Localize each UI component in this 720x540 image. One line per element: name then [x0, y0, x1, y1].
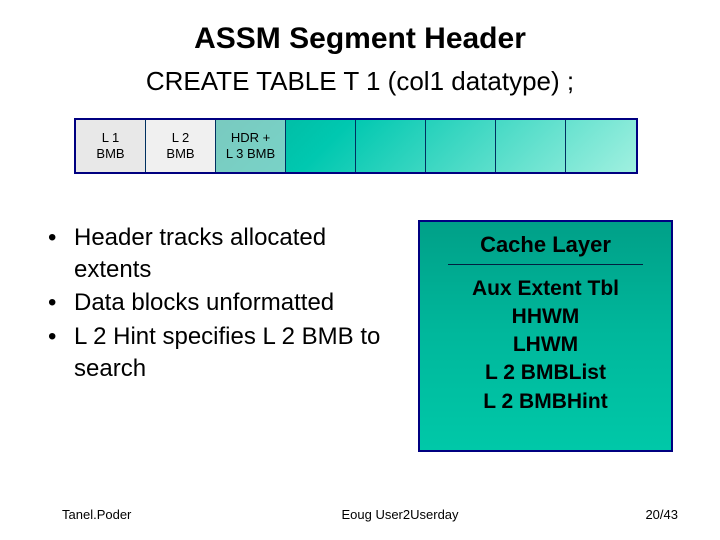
- segment-blocks-row: L 1BMB L 2BMB HDR +L 3 BMB: [74, 118, 638, 174]
- cache-layer-list: Aux Extent Tbl HHWM LHWM L 2 BMBList L 2…: [472, 275, 619, 416]
- list-item: • Header tracks allocated extents: [48, 222, 398, 285]
- cache-item: LHWM: [472, 331, 619, 359]
- block-empty: [426, 120, 496, 172]
- block-empty: [356, 120, 426, 172]
- bullet-icon: •: [48, 321, 74, 384]
- bullet-icon: •: [48, 222, 74, 285]
- block-empty: [566, 120, 636, 172]
- bullet-list: • Header tracks allocated extents • Data…: [48, 222, 398, 386]
- list-item: • L 2 Hint specifies L 2 BMB to search: [48, 321, 398, 384]
- page-title: ASSM Segment Header: [0, 22, 720, 56]
- cache-item: HHWM: [472, 303, 619, 331]
- cache-layer-title: Cache Layer: [480, 232, 611, 258]
- footer-event: Eoug User2Userday: [222, 507, 578, 522]
- list-item: • Data blocks unformatted: [48, 287, 398, 319]
- sql-subtitle: CREATE TABLE T 1 (col1 datatype) ;: [0, 66, 720, 97]
- bullet-text: Header tracks allocated extents: [74, 222, 398, 285]
- bullet-icon: •: [48, 287, 74, 319]
- cache-item: L 2 BMBList: [472, 359, 619, 387]
- cache-item: Aux Extent Tbl: [472, 275, 619, 303]
- block-empty: [496, 120, 566, 172]
- block-empty: [286, 120, 356, 172]
- footer-page-number: 20/43: [578, 507, 678, 522]
- cache-layer-panel: Cache Layer Aux Extent Tbl HHWM LHWM L 2…: [418, 220, 673, 452]
- block-l2-bmb: L 2BMB: [146, 120, 216, 172]
- block-l1-bmb: L 1BMB: [76, 120, 146, 172]
- bullet-text: Data blocks unformatted: [74, 287, 334, 319]
- footer-author: Tanel.Poder: [62, 507, 222, 522]
- cache-item: L 2 BMBHint: [472, 388, 619, 416]
- divider: [448, 264, 644, 265]
- bullet-text: L 2 Hint specifies L 2 BMB to search: [74, 321, 398, 384]
- footer: Tanel.Poder Eoug User2Userday 20/43: [0, 507, 720, 522]
- block-hdr-l3-bmb: HDR +L 3 BMB: [216, 120, 286, 172]
